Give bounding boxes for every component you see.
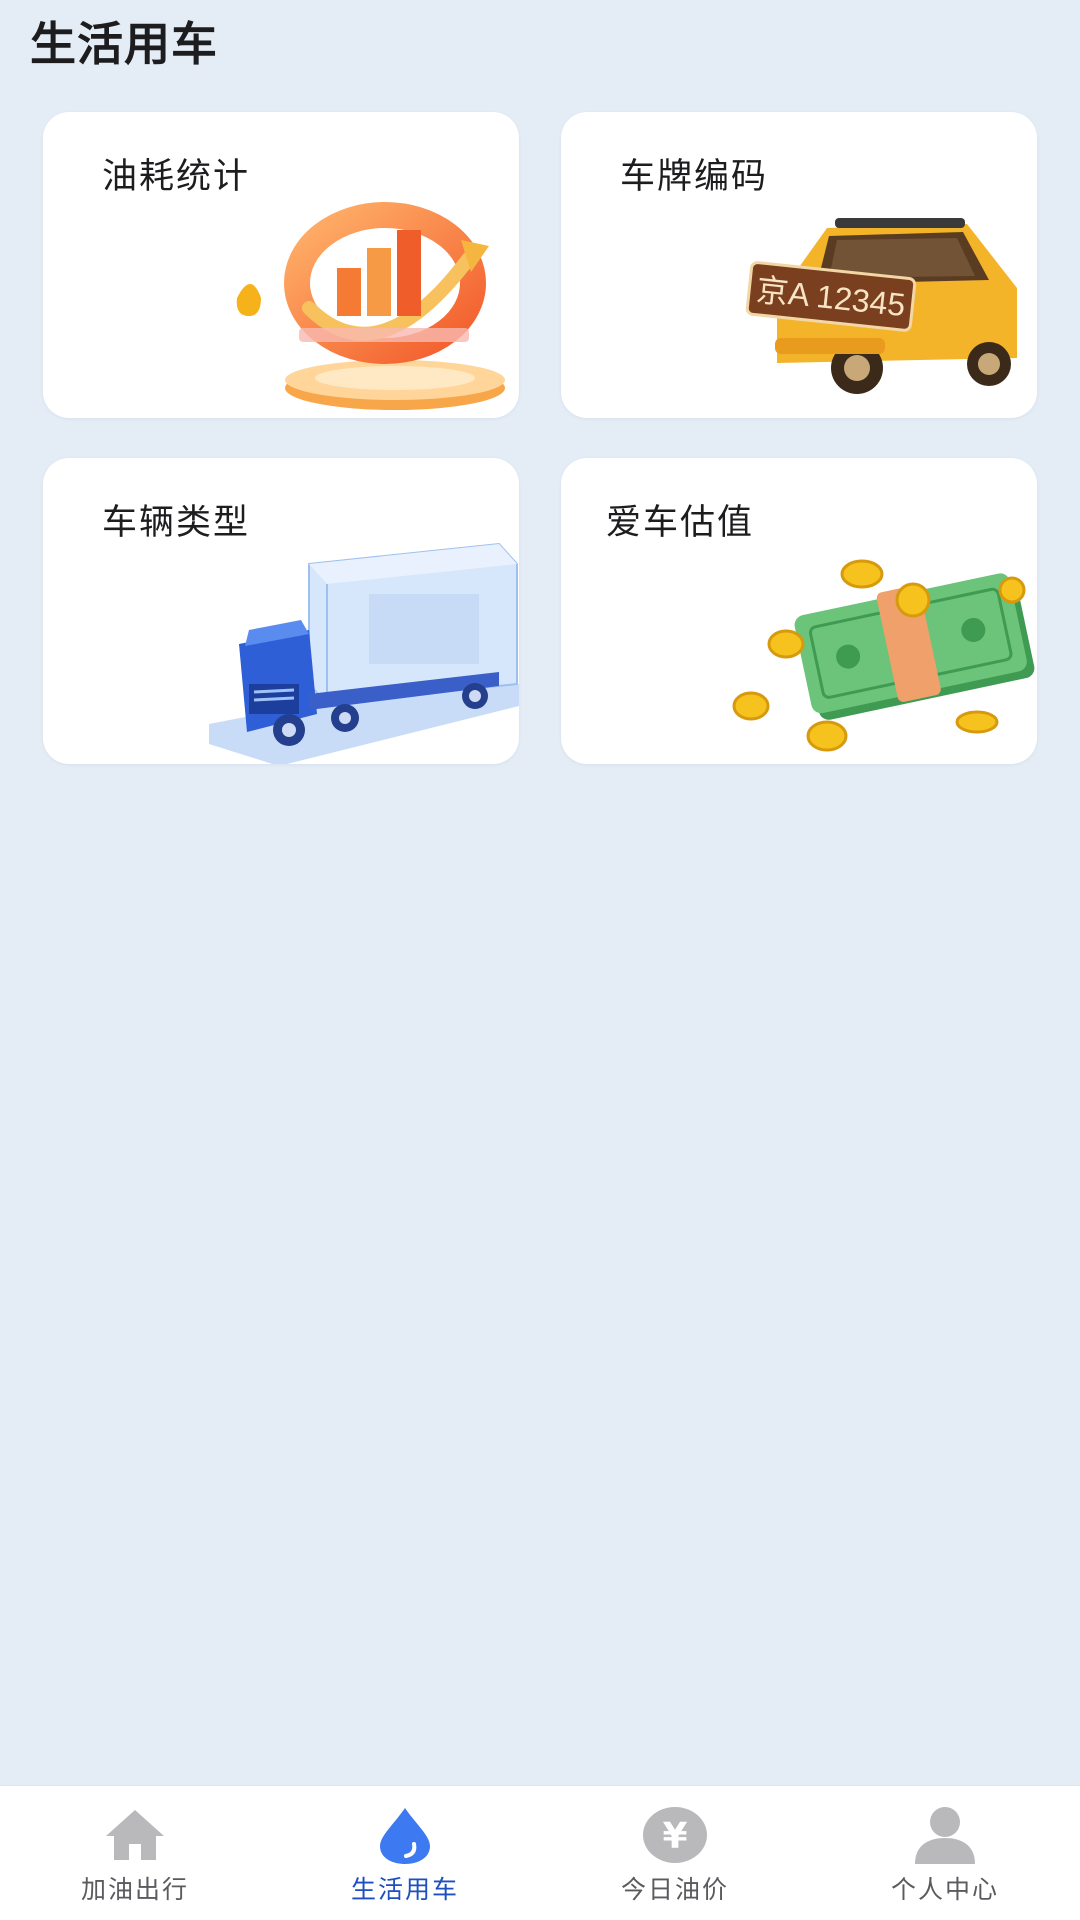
card-fuel-stats[interactable]: 油耗统计 bbox=[43, 112, 519, 418]
card-vehicle-type[interactable]: 车辆类型 bbox=[43, 458, 519, 764]
yen-icon: ¥ bbox=[642, 1806, 708, 1864]
tab-personal-center[interactable]: 个人中心 bbox=[810, 1786, 1080, 1920]
user-icon bbox=[912, 1806, 978, 1864]
fuel-stats-chart-icon bbox=[199, 188, 519, 418]
tab-label: 加油出行 bbox=[80, 1875, 189, 1904]
card-car-valuation[interactable]: 爱车估值 bbox=[561, 458, 1037, 764]
card-plate-code[interactable]: 车牌编码 京A 12345 bbox=[561, 112, 1037, 418]
tab-refuel-travel[interactable]: 加油出行 bbox=[0, 1786, 270, 1920]
tab-label: 今日油价 bbox=[620, 1875, 729, 1904]
home-icon bbox=[102, 1806, 168, 1864]
drop-icon bbox=[372, 1806, 438, 1864]
yellow-car-with-plate-icon: 京A 12345 bbox=[717, 188, 1037, 418]
cash-and-coins-icon bbox=[717, 534, 1037, 764]
tab-life-car[interactable]: 生活用车 bbox=[270, 1786, 540, 1920]
tab-label: 个人中心 bbox=[890, 1875, 999, 1904]
svg-text:¥: ¥ bbox=[662, 1816, 687, 1857]
tab-label: 生活用车 bbox=[350, 1875, 459, 1904]
blue-truck-icon bbox=[199, 534, 519, 764]
tab-today-oil-price[interactable]: ¥ 今日油价 bbox=[540, 1786, 810, 1920]
bottom-tab-bar: 加油出行 生活用车 ¥ 今日油价 个人中心 bbox=[0, 1785, 1080, 1920]
page-title: 生活用车 bbox=[30, 17, 218, 71]
